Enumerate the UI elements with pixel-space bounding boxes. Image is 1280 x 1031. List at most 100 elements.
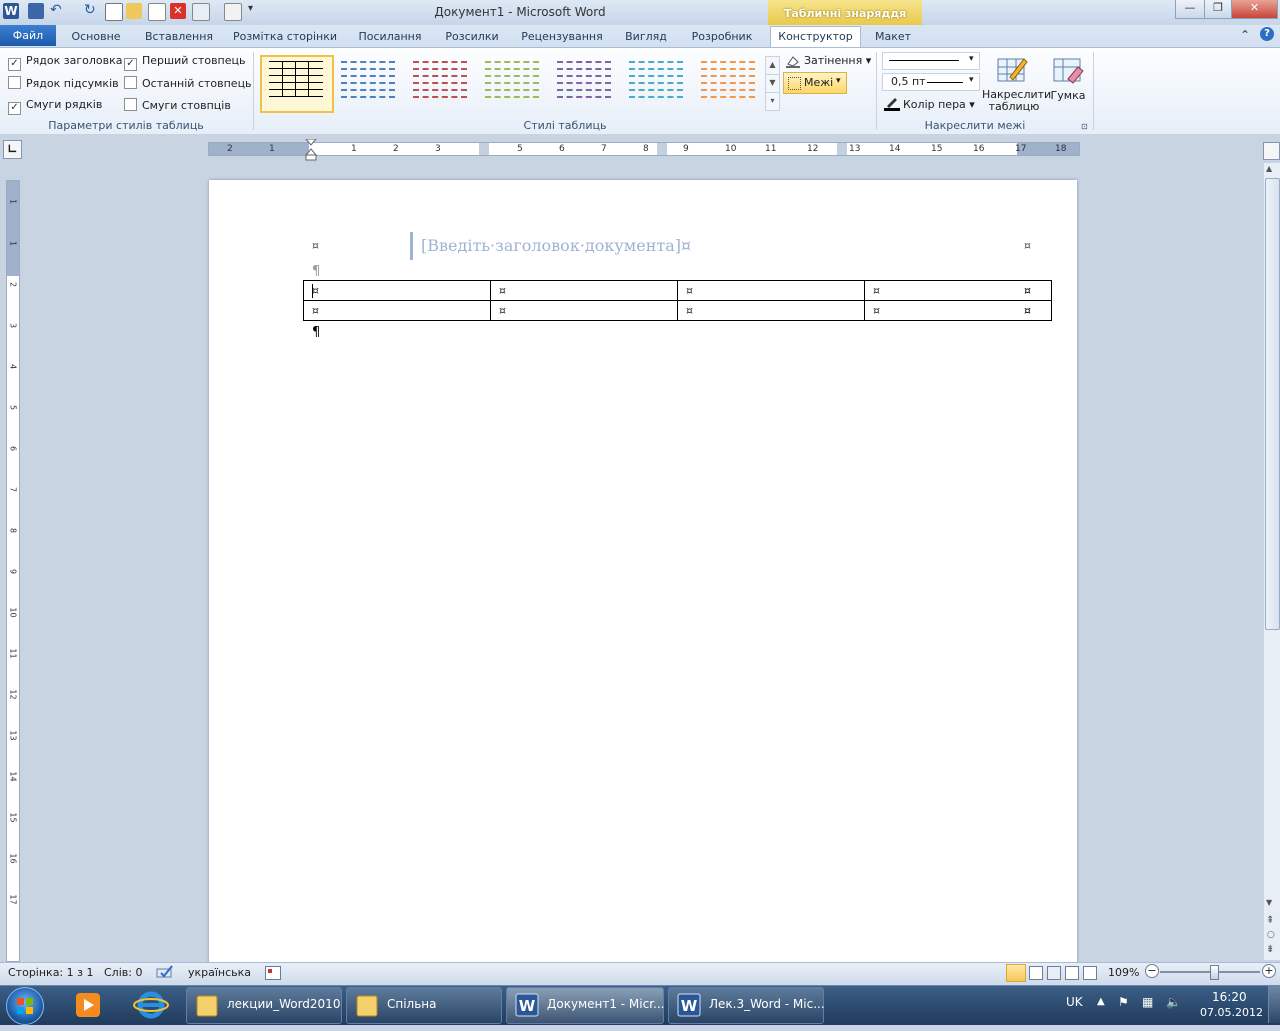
column-marker[interactable]	[837, 143, 847, 155]
outline-view-icon[interactable]	[1065, 966, 1079, 980]
tab-home[interactable]: Основне	[60, 28, 132, 47]
dialog-launcher-icon[interactable]: ⊡	[1081, 122, 1088, 131]
zoom-slider-thumb[interactable]	[1210, 965, 1219, 980]
table-style-option[interactable]	[480, 57, 544, 105]
action-center-icon[interactable]: ⚑	[1118, 995, 1129, 1009]
view-ruler-toggle-icon[interactable]	[1263, 142, 1280, 160]
new-document-icon[interactable]	[148, 3, 166, 21]
save-icon[interactable]	[28, 3, 44, 19]
macro-record-icon[interactable]	[265, 966, 281, 980]
network-icon[interactable]: ▦	[1142, 995, 1153, 1009]
print-layout-view-icon[interactable]	[1006, 964, 1026, 982]
taskbar-item-document1[interactable]: W Документ1 - Micr...	[506, 987, 665, 1024]
line-style-select[interactable]: ▾	[882, 52, 980, 70]
show-hidden-icons-icon[interactable]: ▲	[1097, 996, 1105, 1007]
browse-object-icon[interactable]: ○	[1267, 930, 1275, 940]
volume-icon[interactable]: 🔈	[1166, 995, 1181, 1009]
tab-review[interactable]: Рецензування	[514, 28, 610, 47]
gallery-up-icon[interactable]: ▲	[765, 56, 780, 75]
table-cell[interactable]: ¤	[303, 280, 491, 301]
borders-dropdown-icon[interactable]: ▾	[836, 76, 841, 86]
zoom-level[interactable]: 109%	[1108, 966, 1139, 979]
proofing-icon[interactable]	[156, 965, 174, 979]
word-app-icon[interactable]: W	[3, 3, 19, 19]
gallery-down-icon[interactable]: ▼	[765, 74, 780, 93]
table-style-option[interactable]	[408, 57, 472, 105]
scrollbar-thumb[interactable]	[1265, 178, 1280, 630]
draft-view-icon[interactable]	[1083, 966, 1097, 980]
table-style-option[interactable]	[336, 57, 400, 105]
show-desktop-button[interactable]	[1268, 986, 1280, 1023]
banded-columns-checkbox[interactable]	[124, 98, 137, 111]
media-player-pin[interactable]	[62, 987, 116, 1022]
undo-icon[interactable]: ↶	[50, 3, 66, 19]
last-column-option[interactable]: Останній стовпець	[124, 76, 252, 92]
banded-columns-option[interactable]: Смуги стовпців	[124, 98, 231, 114]
scroll-down-icon[interactable]: ▼	[1266, 898, 1272, 907]
restore-button[interactable]: ❐	[1204, 0, 1232, 19]
banded-rows-checkbox[interactable]: ✓	[8, 102, 21, 115]
table-cell[interactable]: ¤	[303, 300, 491, 321]
redo-icon[interactable]: ↻	[84, 3, 100, 19]
banded-rows-option[interactable]: ✓ Смуги рядків	[8, 98, 102, 115]
tab-insert[interactable]: Вставлення	[138, 28, 220, 47]
eraser-button[interactable]: Гумка	[1048, 89, 1088, 102]
customize-qat-icon[interactable]: ▾	[248, 3, 264, 19]
minimize-ribbon-icon[interactable]: ⌃	[1240, 28, 1250, 42]
tab-design[interactable]: Конструктор	[770, 26, 861, 48]
print-preview-icon[interactable]	[105, 3, 123, 21]
tab-layout[interactable]: Макет	[866, 28, 920, 47]
last-column-checkbox[interactable]	[124, 76, 137, 89]
tab-page-layout[interactable]: Розмітка сторінки	[226, 28, 344, 47]
language-indicator[interactable]: українська	[188, 966, 251, 979]
horizontal-ruler[interactable]: 2 1 1 2 3 5 6 7 8 9 10 11 12 13 14 15 16 17 18	[208, 142, 1080, 156]
input-language[interactable]: UK	[1066, 995, 1083, 1009]
document-table[interactable]: ¤ ¤ ¤ ¤ ¤ ¤ ¤ ¤	[303, 280, 1052, 321]
tab-references[interactable]: Посилання	[350, 28, 430, 47]
header-title-placeholder[interactable]: [Введіть·заголовок·документа]¤	[421, 236, 691, 255]
header-row-checkbox[interactable]: ✓	[8, 58, 21, 71]
taskbar-item-folder-lectures[interactable]: лекции_Word2010	[186, 987, 342, 1024]
header-row-option[interactable]: ✓ Рядок заголовка	[8, 54, 122, 71]
tab-file[interactable]: Файл	[0, 25, 56, 46]
pen-color-button[interactable]: Колір пера ▾	[903, 98, 975, 111]
first-column-option[interactable]: ✓ Перший стовпець	[124, 54, 245, 71]
open-folder-icon[interactable]	[126, 3, 142, 19]
full-screen-reading-icon[interactable]	[1029, 966, 1043, 980]
help-icon[interactable]: ?	[1260, 27, 1274, 41]
column-marker[interactable]	[479, 143, 489, 155]
table-cell[interactable]: ¤	[490, 280, 678, 301]
indent-marker-icon[interactable]	[304, 138, 318, 161]
table-style-option[interactable]	[264, 57, 328, 105]
minimize-button[interactable]: —	[1175, 0, 1205, 19]
draw-table-button[interactable]: Накреслити таблицю	[982, 89, 1051, 113]
page-counter[interactable]: Сторінка: 1 з 1	[8, 966, 93, 979]
shading-button[interactable]: Затінення ▾	[804, 54, 871, 67]
scroll-up-icon[interactable]: ▲	[1266, 164, 1272, 173]
table-style-option[interactable]	[624, 57, 688, 105]
first-column-checkbox[interactable]: ✓	[124, 58, 137, 71]
zoom-in-icon[interactable]: +	[1262, 964, 1276, 978]
line-weight-select[interactable]: 0,5 пт ▾	[882, 73, 980, 91]
vertical-ruler[interactable]: 1 1 2 3 4 5 6 7 8 9 10 11 12 13 14 15 16 17	[6, 180, 20, 962]
table-cell[interactable]: ¤	[490, 300, 678, 321]
table-cell[interactable]: ¤	[677, 280, 865, 301]
table-cell[interactable]: ¤	[677, 300, 865, 321]
total-row-option[interactable]: Рядок підсумків	[8, 76, 119, 92]
clock-time[interactable]: 16:20	[1212, 990, 1247, 1004]
borders-button[interactable]: Межі ▾	[783, 72, 847, 94]
taskbar-item-lecture3[interactable]: W Лек.3_Word - Mic...	[668, 987, 825, 1024]
tab-mailings[interactable]: Розсилки	[436, 28, 508, 47]
word-count[interactable]: Слів: 0	[104, 966, 142, 979]
taskbar-item-folder-shared[interactable]: Спільна	[346, 987, 502, 1024]
clock-date[interactable]: 07.05.2012	[1200, 1006, 1263, 1019]
table-style-option[interactable]	[552, 57, 616, 105]
close-document-icon[interactable]: ✕	[170, 3, 186, 19]
total-row-checkbox[interactable]	[8, 76, 21, 89]
previous-page-icon[interactable]: ⇞	[1266, 915, 1274, 926]
start-button[interactable]	[6, 987, 44, 1025]
tab-view[interactable]: Вигляд	[616, 28, 676, 47]
column-marker[interactable]	[657, 143, 667, 155]
gallery-more-icon[interactable]: ▾	[765, 92, 780, 111]
next-page-icon[interactable]: ⇟	[1266, 944, 1274, 955]
